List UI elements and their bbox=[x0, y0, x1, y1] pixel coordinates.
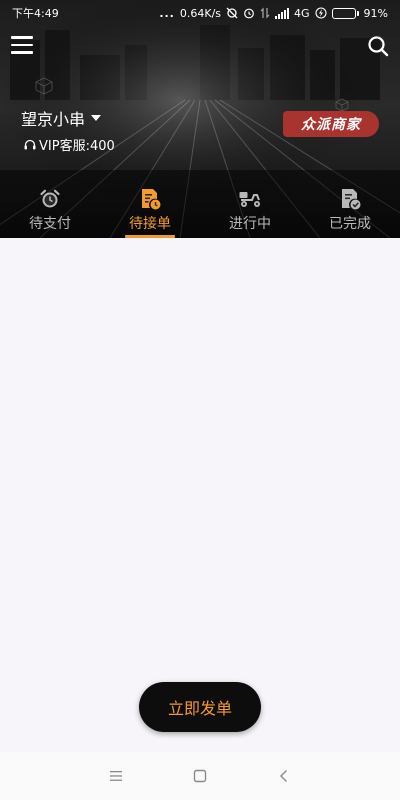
order-tabs: 待支付 待接单 进行中 已完成 bbox=[0, 183, 400, 238]
charging-icon bbox=[314, 7, 327, 19]
status-time: 下午4:49 bbox=[12, 7, 59, 20]
tab-label: 已完成 bbox=[329, 216, 371, 232]
alarm-icon bbox=[244, 8, 254, 19]
order-list-area[interactable] bbox=[0, 238, 400, 752]
square-home-icon bbox=[193, 769, 207, 783]
order-done-icon bbox=[342, 189, 361, 210]
headset-icon bbox=[24, 139, 36, 149]
tab-in-progress[interactable]: 进行中 bbox=[200, 183, 300, 238]
header: 下午4:49 ... 0.64K/s 4G 91% 望京小串 VIP客服:400… bbox=[0, 0, 400, 238]
vip-service-text: VIP客服:400 bbox=[39, 139, 115, 154]
status-dots: ... bbox=[159, 6, 175, 20]
tab-label: 进行中 bbox=[229, 216, 271, 232]
scooter-icon bbox=[239, 192, 260, 207]
network-type: 4G bbox=[294, 6, 310, 20]
brand-badge: 众派商家 bbox=[283, 111, 379, 137]
status-bar: 下午4:49 ... 0.64K/s 4G 91% bbox=[0, 0, 400, 26]
store-selector[interactable]: 望京小串 bbox=[21, 106, 102, 130]
home-nav-button[interactable] bbox=[158, 752, 242, 800]
battery-icon bbox=[331, 7, 359, 19]
data-transfer-icon bbox=[260, 7, 270, 19]
tab-label: 待支付 bbox=[29, 216, 71, 232]
sync-off-icon bbox=[226, 7, 238, 19]
tab-label: 待接单 bbox=[129, 216, 171, 232]
tab-pending-payment[interactable]: 待支付 bbox=[0, 183, 100, 238]
search-icon[interactable] bbox=[367, 35, 389, 57]
menu-button[interactable] bbox=[11, 36, 33, 54]
alarm-clock-icon bbox=[40, 189, 60, 208]
order-pending-icon bbox=[142, 189, 161, 210]
hamburger-icon bbox=[110, 771, 122, 781]
back-nav-button[interactable] bbox=[242, 752, 326, 800]
system-nav-bar bbox=[0, 752, 400, 800]
network-speed: 0.64K/s bbox=[179, 6, 222, 20]
store-name: 望京小串 bbox=[21, 110, 86, 129]
menu-nav-button[interactable] bbox=[74, 752, 158, 800]
caret-down-icon bbox=[91, 115, 102, 121]
tab-completed[interactable]: 已完成 bbox=[300, 183, 400, 238]
signal-icon bbox=[275, 7, 290, 19]
publish-order-button[interactable]: 立即发单 bbox=[139, 682, 261, 732]
battery-percent: 91% bbox=[363, 6, 388, 20]
back-chevron-icon bbox=[280, 770, 287, 782]
vip-service[interactable]: VIP客服:400 bbox=[23, 135, 115, 154]
tab-awaiting-acceptance[interactable]: 待接单 bbox=[100, 183, 200, 238]
